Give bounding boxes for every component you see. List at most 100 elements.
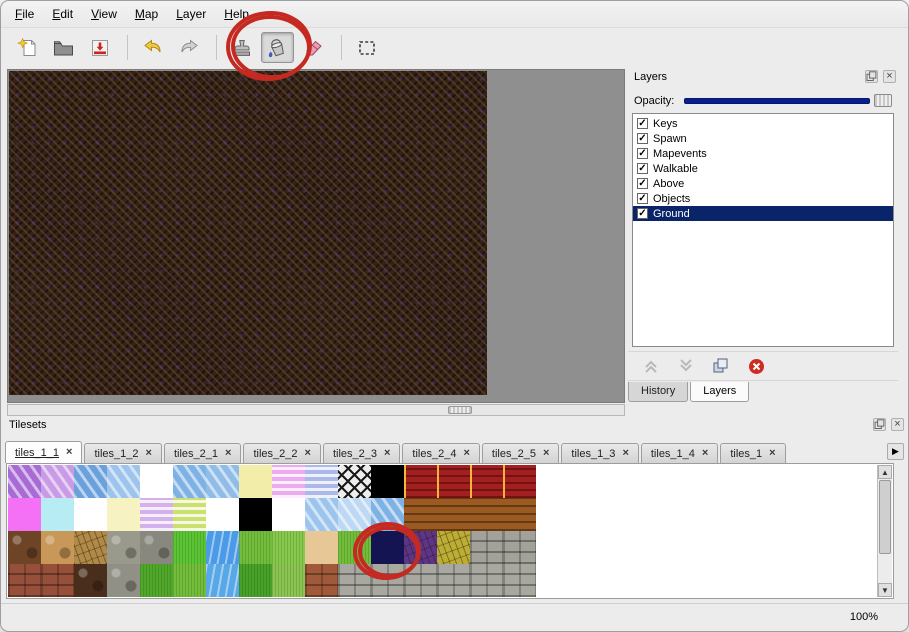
layer-row-above[interactable]: ✓Above xyxy=(633,176,893,191)
close-tab-icon[interactable]: × xyxy=(305,448,311,459)
menu-layer[interactable]: Layer xyxy=(167,2,215,26)
duplicate-layer-button[interactable] xyxy=(710,356,732,376)
new-file-button[interactable] xyxy=(11,32,44,63)
tile[interactable] xyxy=(404,498,437,531)
layer-row-walkable[interactable]: ✓Walkable xyxy=(633,161,893,176)
tile[interactable] xyxy=(272,465,305,498)
tile[interactable] xyxy=(305,531,338,564)
tileset-tab-tiles_1_2[interactable]: tiles_1_2× xyxy=(84,443,161,463)
tile[interactable] xyxy=(206,465,239,498)
tile[interactable] xyxy=(437,465,470,498)
opacity-slider[interactable] xyxy=(684,98,870,104)
tile[interactable] xyxy=(206,498,239,531)
tile[interactable] xyxy=(437,531,470,564)
tab-layers[interactable]: Layers xyxy=(690,382,749,402)
tile[interactable] xyxy=(140,564,173,597)
float-panel-icon[interactable] xyxy=(865,70,878,83)
tile[interactable] xyxy=(74,531,107,564)
layer-visibility-checkbox[interactable]: ✓ xyxy=(637,148,648,159)
close-tab-icon[interactable]: × xyxy=(543,448,549,459)
tile[interactable] xyxy=(437,498,470,531)
tile[interactable] xyxy=(470,498,503,531)
layer-visibility-checkbox[interactable]: ✓ xyxy=(637,193,648,204)
tileset-tab-tiles_2_2[interactable]: tiles_2_2× xyxy=(243,443,320,463)
tile[interactable] xyxy=(173,564,206,597)
tileset-tab-tiles_1_4[interactable]: tiles_1_4× xyxy=(641,443,718,463)
tile[interactable] xyxy=(239,498,272,531)
select-tool-button[interactable] xyxy=(350,32,383,63)
tile[interactable] xyxy=(404,564,437,597)
raise-layer-button[interactable] xyxy=(640,356,662,376)
float-panel-icon[interactable] xyxy=(873,418,886,431)
tile[interactable] xyxy=(305,498,338,531)
close-tab-icon[interactable]: × xyxy=(769,448,775,459)
tile[interactable] xyxy=(470,531,503,564)
tile[interactable] xyxy=(173,498,206,531)
tile[interactable] xyxy=(107,498,140,531)
tile[interactable] xyxy=(74,498,107,531)
save-file-button[interactable] xyxy=(83,32,116,63)
tile[interactable] xyxy=(239,531,272,564)
tile[interactable] xyxy=(74,465,107,498)
tile[interactable] xyxy=(140,498,173,531)
scroll-tabs-right-button[interactable]: ▶ xyxy=(887,443,904,460)
tile[interactable] xyxy=(503,465,536,498)
tile[interactable] xyxy=(371,531,404,564)
tile[interactable] xyxy=(41,465,74,498)
tile[interactable] xyxy=(404,465,437,498)
tile[interactable] xyxy=(8,531,41,564)
undo-button[interactable] xyxy=(136,32,169,63)
close-tab-icon[interactable]: × xyxy=(622,448,628,459)
map-canvas[interactable] xyxy=(9,71,487,395)
lower-layer-button[interactable] xyxy=(675,356,697,376)
layer-row-mapevents[interactable]: ✓Mapevents xyxy=(633,146,893,161)
tile[interactable] xyxy=(503,564,536,597)
layer-row-keys[interactable]: ✓Keys xyxy=(633,116,893,131)
tile[interactable] xyxy=(305,564,338,597)
layer-visibility-checkbox[interactable]: ✓ xyxy=(637,118,648,129)
tile[interactable] xyxy=(503,498,536,531)
menu-view[interactable]: View xyxy=(82,2,126,26)
tile[interactable] xyxy=(74,564,107,597)
tileset-vertical-scrollbar[interactable]: ▲ ▼ xyxy=(877,465,892,597)
scrollbar-thumb[interactable] xyxy=(448,406,472,414)
tileset-tab-tiles_2_1[interactable]: tiles_2_1× xyxy=(164,443,241,463)
menu-help[interactable]: Help xyxy=(215,2,258,26)
stamp-tool-button[interactable] xyxy=(225,32,258,63)
tile[interactable] xyxy=(470,564,503,597)
tileset-tab-tiles_2_3[interactable]: tiles_2_3× xyxy=(323,443,400,463)
layer-row-objects[interactable]: ✓Objects xyxy=(633,191,893,206)
menu-edit[interactable]: Edit xyxy=(43,2,82,26)
tile[interactable] xyxy=(206,564,239,597)
tile[interactable] xyxy=(272,498,305,531)
close-panel-icon[interactable]: × xyxy=(891,418,904,431)
scroll-up-button[interactable]: ▲ xyxy=(878,465,892,479)
tile[interactable] xyxy=(41,498,74,531)
map-viewport[interactable] xyxy=(7,69,625,403)
tile[interactable] xyxy=(404,531,437,564)
delete-layer-button[interactable] xyxy=(745,356,767,376)
redo-button[interactable] xyxy=(172,32,205,63)
close-tab-icon[interactable]: × xyxy=(463,448,469,459)
close-tab-icon[interactable]: × xyxy=(66,447,72,458)
tile[interactable] xyxy=(272,531,305,564)
scrollbar-thumb[interactable] xyxy=(879,480,891,554)
tile[interactable] xyxy=(371,498,404,531)
tile[interactable] xyxy=(239,465,272,498)
opacity-slider-handle[interactable] xyxy=(874,94,892,107)
layer-row-ground[interactable]: ✓Ground xyxy=(633,206,893,221)
tile[interactable] xyxy=(107,465,140,498)
tile[interactable] xyxy=(371,564,404,597)
tile[interactable] xyxy=(338,564,371,597)
tileset-tab-tiles_1[interactable]: tiles_1× xyxy=(720,443,785,463)
open-file-button[interactable] xyxy=(47,32,80,63)
menu-map[interactable]: Map xyxy=(126,2,167,26)
menu-file[interactable]: File xyxy=(6,2,43,26)
close-tab-icon[interactable]: × xyxy=(225,448,231,459)
tile[interactable] xyxy=(338,498,371,531)
tileset-tab-tiles_2_5[interactable]: tiles_2_5× xyxy=(482,443,559,463)
tile[interactable] xyxy=(371,465,404,498)
close-panel-icon[interactable]: × xyxy=(883,70,896,83)
fill-tool-button[interactable] xyxy=(261,32,294,63)
tile[interactable] xyxy=(305,465,338,498)
